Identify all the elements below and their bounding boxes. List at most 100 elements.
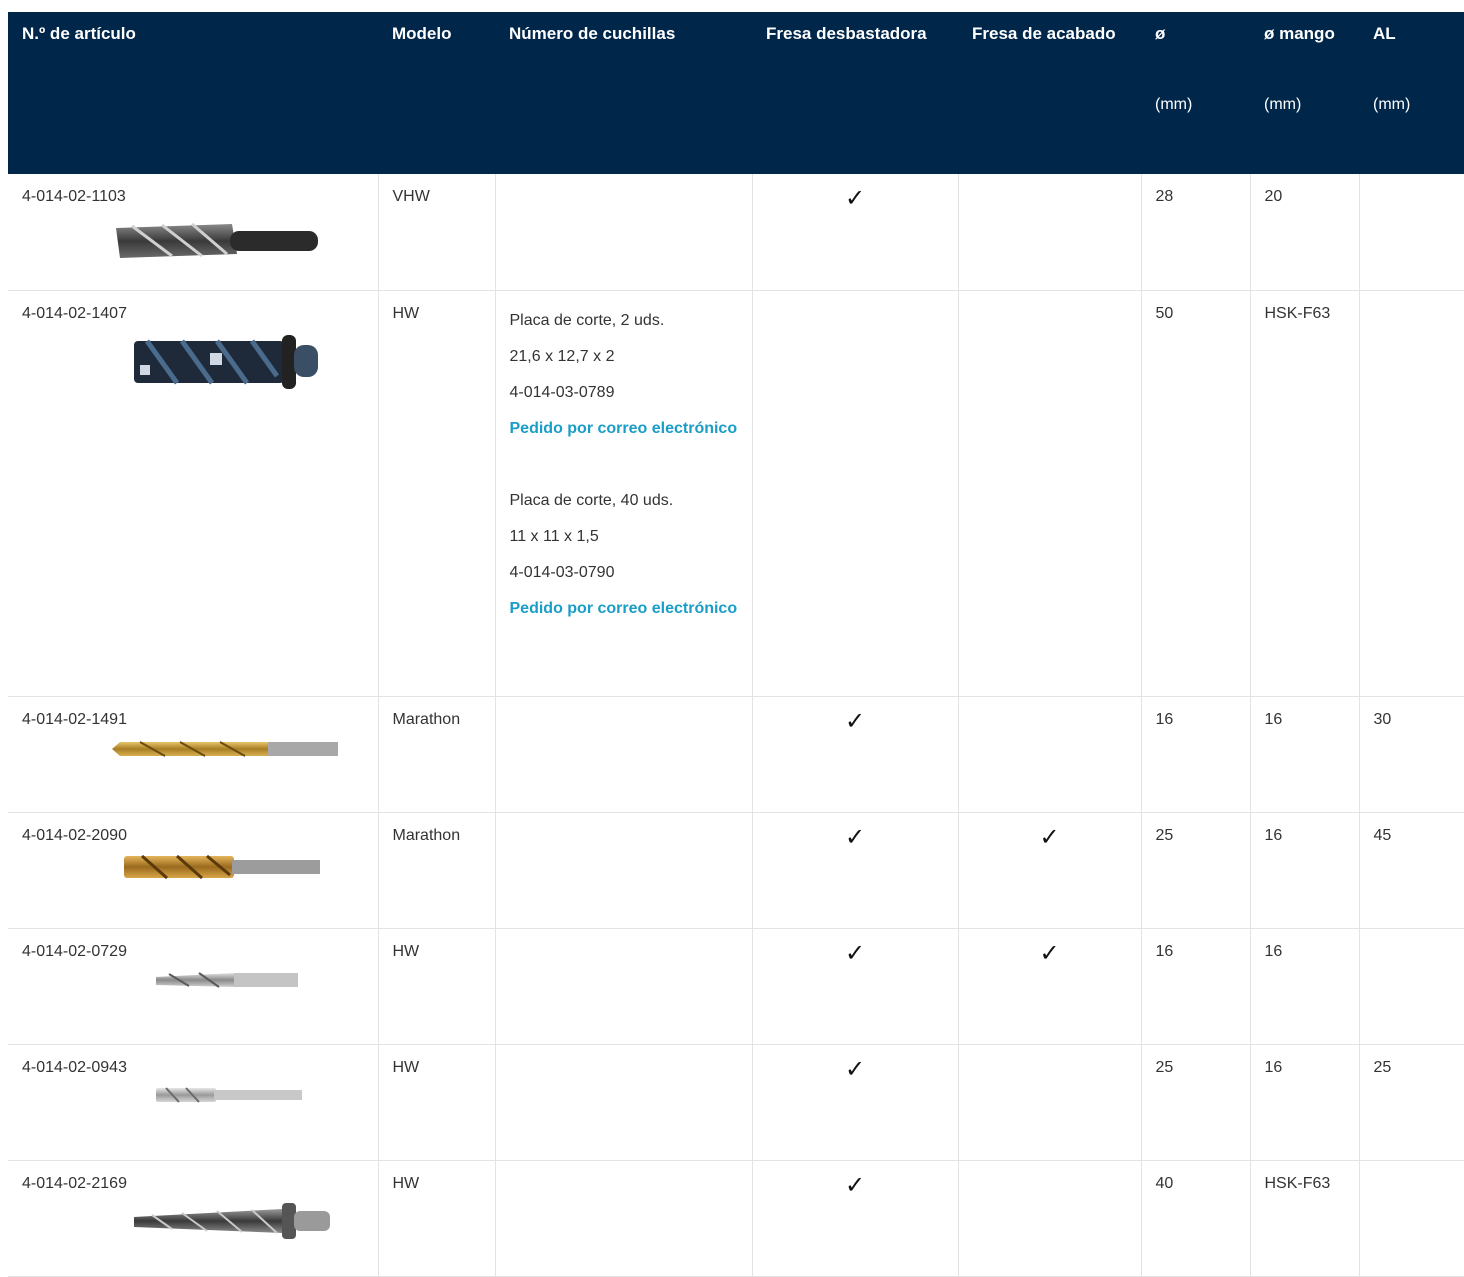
cell-model: HW xyxy=(378,290,496,697)
cell-al: 25 xyxy=(1359,1044,1464,1161)
order-by-email-link[interactable]: Pedido por correo electrónico xyxy=(510,591,738,627)
cell-rough: ✓ xyxy=(752,812,959,929)
cell-model: Marathon xyxy=(378,812,496,929)
cell-blades: Placa de corte, 2 uds. 21,6 x 12,7 x 2 4-0… xyxy=(495,290,753,697)
table-row: 4-014-02-2090 Marathon ✓ ✓ 25 16 45 xyxy=(8,812,1464,929)
header-diameter-unit: (mm) xyxy=(1155,96,1193,113)
cell-diameter: 40 xyxy=(1141,1160,1251,1277)
cell-finish xyxy=(958,1044,1142,1161)
cell-rough: ✓ xyxy=(752,1044,959,1161)
insert-code: 4-014-03-0790 xyxy=(509,563,615,581)
cell-rough: ✓ xyxy=(752,174,959,291)
cell-blades xyxy=(495,812,753,929)
rough-check-icon: ✓ xyxy=(844,707,866,735)
header-article-label: N.º de artículo xyxy=(22,24,136,43)
cell-article: 4-014-02-2090 xyxy=(8,812,379,929)
cell-rough xyxy=(752,290,959,697)
cell-diameter: 16 xyxy=(1141,696,1251,813)
hsk-cutter-icon xyxy=(132,1201,364,1248)
cell-article: 4-014-02-1491 xyxy=(8,696,379,813)
cell-al xyxy=(1359,1160,1464,1277)
header-blades-label: Número de cuchillas xyxy=(509,24,676,43)
article-number: 4-014-02-0729 xyxy=(22,942,127,960)
header-rough: Fresa desbastadora xyxy=(752,12,958,174)
header-diameter: ø (mm) xyxy=(1141,12,1250,174)
cell-rough: ✓ xyxy=(752,696,959,813)
article-number: 4-014-02-1407 xyxy=(22,304,127,322)
cell-article: 4-014-02-1103 xyxy=(8,174,379,291)
cell-article: 4-014-02-1407 xyxy=(8,290,379,697)
insert-size: 11 x 11 x 1,5 xyxy=(509,527,599,545)
table-header-row: N.º de artículo Modelo Número de cuchill… xyxy=(8,12,1464,174)
indexable-cutter-icon xyxy=(132,331,364,398)
insert-name: Placa de corte, 40 uds. xyxy=(509,491,674,509)
cell-article: 4-014-02-0729 xyxy=(8,928,379,1045)
cell-diameter: 25 xyxy=(1141,812,1251,929)
article-number: 4-014-02-1491 xyxy=(22,710,127,728)
cell-finish: ✓ xyxy=(958,812,1142,929)
cell-diameter: 28 xyxy=(1141,174,1251,291)
cell-article: 4-014-02-2169 xyxy=(8,1160,379,1277)
cell-article: 4-014-02-0943 xyxy=(8,1044,379,1161)
gold-cutter-icon xyxy=(122,853,364,888)
article-number: 4-014-02-2090 xyxy=(22,826,127,844)
insert-name: Placa de corte, 2 uds. xyxy=(509,311,665,329)
insert-code: 4-014-03-0789 xyxy=(509,383,615,401)
cell-model: HW xyxy=(378,928,496,1045)
cell-shank: 16 xyxy=(1250,812,1360,929)
cell-blades xyxy=(495,1160,753,1277)
rough-check-icon: ✓ xyxy=(844,185,866,212)
header-diameter-label: ø xyxy=(1155,24,1166,43)
silver-cutter-icon xyxy=(154,1085,364,1112)
rough-check-icon: ✓ xyxy=(844,823,866,851)
table-row: 4-014-02-0729 HW ✓ ✓ 16 16 xyxy=(8,928,1464,1045)
header-al-label: AL xyxy=(1373,24,1396,43)
finish-check-icon: ✓ xyxy=(1039,939,1060,967)
product-table: N.º de artículo Modelo Número de cuchill… xyxy=(8,12,1464,1277)
table-row: 4-014-02-1491 Marathon ✓ 16 16 30 xyxy=(8,696,1464,813)
article-number: 4-014-02-0943 xyxy=(22,1058,127,1076)
cell-al: 30 xyxy=(1359,696,1464,813)
cell-shank: HSK-F63 xyxy=(1250,1160,1360,1277)
cell-rough: ✓ xyxy=(752,928,959,1045)
gold-drill-icon xyxy=(110,737,364,768)
cell-al: 45 xyxy=(1359,812,1464,929)
cell-blades xyxy=(495,928,753,1045)
table-row: 4-014-02-1103 VHW ✓ 28 20 xyxy=(8,174,1464,291)
table-row: 4-014-02-2169 HW ✓ 40 HSK-F63 xyxy=(8,1160,1464,1277)
article-number: 4-014-02-2169 xyxy=(22,1174,127,1192)
silver-drill-icon xyxy=(154,969,364,998)
cell-model: HW xyxy=(378,1160,496,1277)
cell-finish xyxy=(958,290,1142,697)
header-blades: Número de cuchillas xyxy=(495,12,752,174)
cell-shank: 16 xyxy=(1250,696,1360,813)
header-model-label: Modelo xyxy=(392,24,452,43)
cell-shank: HSK-F63 xyxy=(1250,290,1360,697)
table-row: 4-014-02-0943 HW ✓ 25 16 25 xyxy=(8,1044,1464,1161)
article-number: 4-014-02-1103 xyxy=(22,188,126,205)
cell-al xyxy=(1359,928,1464,1045)
milling-cutter-dark-icon xyxy=(112,214,364,271)
header-rough-label: Fresa desbastadora xyxy=(766,24,927,43)
cell-shank: 16 xyxy=(1250,1044,1360,1161)
header-model: Modelo xyxy=(378,12,495,174)
cell-finish xyxy=(958,1160,1142,1277)
header-al: AL (mm) xyxy=(1359,12,1464,174)
insert-size: 21,6 x 12,7 x 2 xyxy=(509,347,615,365)
header-finish: Fresa de acabado xyxy=(958,12,1141,174)
header-shank-unit: (mm) xyxy=(1264,96,1302,113)
cell-blades xyxy=(495,696,753,813)
header-shank-label: ø mango xyxy=(1264,24,1335,43)
cell-diameter: 25 xyxy=(1141,1044,1251,1161)
cell-finish xyxy=(958,174,1142,291)
rough-check-icon: ✓ xyxy=(844,1171,866,1199)
cell-al xyxy=(1359,174,1464,291)
cell-model: VHW xyxy=(378,174,496,291)
order-by-email-link[interactable]: Pedido por correo electrónico xyxy=(510,411,738,447)
cell-shank: 20 xyxy=(1250,174,1360,291)
cell-finish: ✓ xyxy=(958,928,1142,1045)
cell-al xyxy=(1359,290,1464,697)
header-al-unit: (mm) xyxy=(1373,96,1411,113)
cell-blades xyxy=(495,174,753,291)
cell-model: Marathon xyxy=(378,696,496,813)
